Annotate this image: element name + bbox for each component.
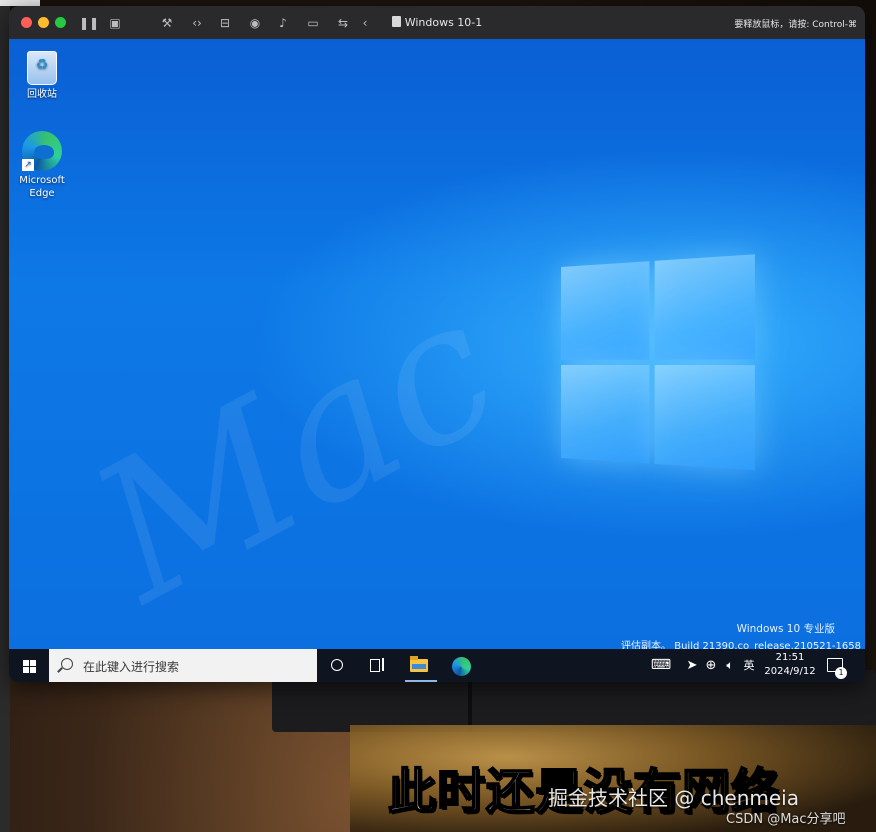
release-mouse-hint: 要释放鼠标，请按: Control-⌘ — [734, 20, 857, 30]
running-indicator — [405, 680, 437, 682]
network-icon[interactable]: ⊕ — [703, 649, 719, 682]
mac-watermark: Mac — [61, 254, 531, 645]
vm-document-icon — [391, 16, 401, 27]
juejin-watermark: 掘金技术社区 @ chenmeia — [548, 786, 799, 810]
task-view-icon — [370, 658, 384, 672]
ime-indicator[interactable]: 英 — [741, 649, 757, 682]
cortana-button[interactable] — [317, 649, 357, 682]
cursor-icon: ➤ — [686, 658, 698, 673]
clock-date: 2024/9/12 — [764, 666, 816, 677]
windows-desktop[interactable]: Mac 回收站 ↗ Microsoft Edge Windows 10 专业版 … — [9, 39, 865, 649]
taskbar-clock[interactable]: 21:51 2024/9/12 — [761, 651, 819, 679]
volume-icon[interactable]: 🔈︎ — [721, 649, 739, 682]
edge-taskbar-button[interactable] — [441, 649, 481, 682]
keyboard-icon[interactable]: ⌨ — [649, 649, 673, 682]
cortana-icon — [331, 659, 343, 671]
search-icon — [61, 658, 73, 670]
file-explorer-button[interactable] — [401, 649, 441, 682]
notification-count: 1 — [835, 667, 847, 679]
edge-icon — [452, 657, 471, 676]
vm-window: ❚❚ ▣ ⚒ ‹› ⊟ ◉ ♪ ▭ ⇆ ‹ Windows 10-1 要释放鼠标… — [9, 6, 865, 682]
windows-edition-text: Windows 10 专业版 — [736, 623, 835, 635]
csdn-watermark: CSDN @Mac分享吧 — [726, 812, 846, 827]
recycle-bin-icon — [27, 51, 57, 85]
desktop-icon-label: 回收站 — [27, 89, 57, 100]
desktop-icon-label: Microsoft Edge — [19, 175, 65, 199]
desktop-icon-recycle-bin[interactable]: 回收站 — [12, 51, 72, 101]
folder-icon — [410, 656, 428, 672]
clock-time: 21:51 — [775, 652, 805, 663]
evaluation-build-text: 评估副本。 Build 21390.co_release.210521-1658 — [621, 641, 861, 649]
desktop-icon-edge[interactable]: ↗ Microsoft Edge — [12, 131, 72, 200]
search-placeholder: 在此键入进行搜索 — [83, 660, 180, 674]
start-button[interactable] — [9, 649, 49, 682]
edge-icon: ↗ — [22, 131, 62, 171]
windows-logo-wallpaper — [561, 254, 761, 475]
shortcut-arrow-icon: ↗ — [22, 159, 34, 171]
vm-title-text: Windows 10-1 — [404, 16, 483, 29]
vm-titlebar[interactable]: ❚❚ ▣ ⚒ ‹› ⊟ ◉ ♪ ▭ ⇆ ‹ Windows 10-1 要释放鼠标… — [9, 6, 865, 39]
windows-taskbar: 在此键入进行搜索 ⌨ ➤ ⊕ 🔈︎ 英 21:51 2024/9/12 1 — [9, 649, 865, 682]
taskbar-search-box[interactable]: 在此键入进行搜索 — [49, 649, 317, 682]
task-view-button[interactable] — [357, 649, 397, 682]
